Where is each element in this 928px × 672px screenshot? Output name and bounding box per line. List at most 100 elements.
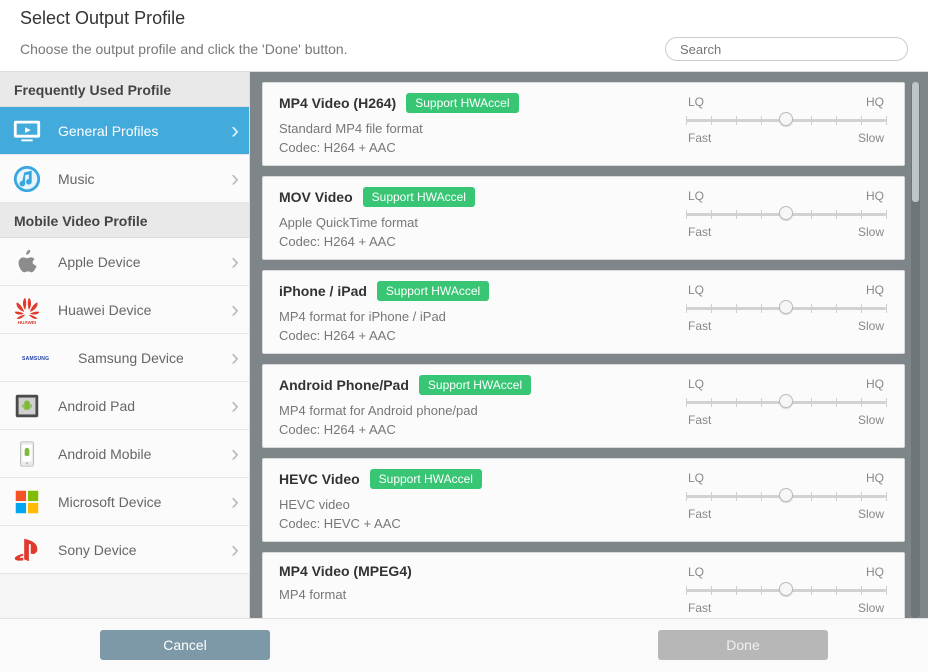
hq-label: HQ: [866, 377, 884, 391]
sidebar-item-android-mobile[interactable]: Android Mobile›: [0, 430, 249, 478]
sidebar-item-sony-device[interactable]: Sony Device›: [0, 526, 249, 574]
fast-label: Fast: [688, 131, 711, 145]
profile-panel: MP4 Video (H264) Support HWAccel Standard …: [250, 72, 928, 618]
sidebar-item-android-pad[interactable]: Android Pad›: [0, 382, 249, 430]
quality-slider[interactable]: LQHQFastSlow: [686, 187, 886, 249]
hq-label: HQ: [866, 95, 884, 109]
apple-icon: [12, 247, 42, 277]
slider-thumb[interactable]: [779, 112, 793, 126]
profile-title: MOV Video: [279, 189, 353, 205]
profile-card[interactable]: Android Phone/PadSupport HWAccelMP4 form…: [262, 364, 905, 448]
slow-label: Slow: [858, 319, 884, 333]
chevron-right-icon: ›: [231, 248, 239, 276]
sidebar-item-music[interactable]: Music›: [0, 155, 249, 203]
profile-desc: HEVC video: [279, 497, 686, 512]
fast-label: Fast: [688, 601, 711, 615]
slow-label: Slow: [858, 225, 884, 239]
profile-codec: Codec: HEVC + AAC: [279, 516, 686, 531]
sidebar-heading-mobile: Mobile Video Profile: [0, 203, 249, 238]
hq-label: HQ: [866, 283, 884, 297]
quality-slider[interactable]: LQ HQ Fast Slow: [686, 469, 886, 531]
search-input[interactable]: [665, 37, 908, 61]
hwaccel-badge: Support HWAccel: [406, 93, 518, 113]
quality-slider[interactable]: LQ HQ Fast Slow: [686, 375, 886, 437]
profile-desc: MP4 format for iPhone / iPad: [279, 309, 686, 324]
done-button[interactable]: Done: [658, 630, 828, 660]
fast-label: Fast: [688, 413, 711, 427]
scrollbar[interactable]: [911, 82, 920, 618]
samsung-icon: SAMSUNG: [12, 343, 62, 373]
quality-slider[interactable]: LQHQFastSlow: [686, 281, 886, 343]
chevron-right-icon: ›: [231, 296, 239, 324]
fast-label: Fast: [688, 507, 711, 521]
lq-label: LQ: [688, 565, 704, 579]
lq-label: LQ: [688, 471, 704, 485]
sidebar-item-apple-device[interactable]: Apple Device›: [0, 238, 249, 286]
sidebar-item-label: General Profiles: [58, 123, 231, 139]
profile-title: iPhone / iPad: [279, 283, 367, 299]
hwaccel-badge: Support HWAccel: [419, 375, 531, 395]
sidebar-item-label: Apple Device: [58, 254, 231, 270]
svg-text:HUAWEI: HUAWEI: [18, 320, 37, 325]
sidebar-item-general-profiles[interactable]: General Profiles›: [0, 107, 249, 155]
footer: Cancel Done: [0, 618, 928, 672]
profile-codec: Codec: H264 + AAC: [279, 140, 686, 155]
slow-label: Slow: [858, 507, 884, 521]
profile-desc: Standard MP4 file format: [279, 121, 686, 136]
profile-card[interactable]: MOV Video Support HWAccel Apple QuickTime …: [262, 176, 905, 260]
lq-label: LQ: [688, 95, 704, 109]
slider-thumb[interactable]: [779, 582, 793, 596]
hq-label: HQ: [866, 471, 884, 485]
sidebar-item-label: Huawei Device: [58, 302, 231, 318]
android-pad-icon: [12, 391, 42, 421]
hwaccel-badge: Support HWAccel: [363, 187, 475, 207]
slow-label: Slow: [858, 413, 884, 427]
sidebar-item-microsoft-device[interactable]: Microsoft Device›: [0, 478, 249, 526]
chevron-right-icon: ›: [231, 165, 239, 193]
playstation-icon: [12, 535, 42, 565]
hq-label: HQ: [866, 189, 884, 203]
sidebar-item-label: Android Mobile: [58, 446, 231, 462]
profile-codec: Codec: H264 + AAC: [279, 422, 686, 437]
profile-card[interactable]: MP4 Video (H264) Support HWAccel Standard …: [262, 82, 905, 166]
chevron-right-icon: ›: [231, 440, 239, 468]
slider-thumb[interactable]: [779, 300, 793, 314]
profile-card[interactable]: MP4 Video (MPEG4) MP4 formatLQ HQ Fast Slow: [262, 552, 905, 618]
profile-title: MP4 Video (H264): [279, 95, 396, 111]
lq-label: LQ: [688, 377, 704, 391]
chevron-right-icon: ›: [231, 344, 239, 372]
slow-label: Slow: [858, 131, 884, 145]
sidebar-heading-frequent: Frequently Used Profile: [0, 72, 249, 107]
quality-slider[interactable]: LQ HQ Fast Slow: [686, 563, 886, 615]
hq-label: HQ: [866, 565, 884, 579]
sidebar-item-huawei-device[interactable]: HUAWEI Huawei Device›: [0, 286, 249, 334]
svg-text:SAMSUNG: SAMSUNG: [22, 356, 49, 362]
lq-label: LQ: [688, 283, 704, 297]
profile-title: Android Phone/Pad: [279, 377, 409, 393]
profile-desc: Apple QuickTime format: [279, 215, 686, 230]
android-mobile-icon: [12, 439, 42, 469]
profile-card[interactable]: HEVC VideoSupport HWAccelHEVC videoCodec…: [262, 458, 905, 542]
chevron-right-icon: ›: [231, 117, 239, 145]
slow-label: Slow: [858, 601, 884, 615]
microsoft-icon: [12, 487, 42, 517]
profile-title: MP4 Video (MPEG4): [279, 563, 412, 579]
page-title: Select Output Profile: [20, 8, 908, 29]
header: Select Output Profile Choose the output …: [0, 0, 928, 71]
profile-card[interactable]: iPhone / iPadSupport HWAccelMP4 format f…: [262, 270, 905, 354]
sidebar-item-label: Music: [58, 171, 231, 187]
huawei-icon: HUAWEI: [12, 295, 42, 325]
fast-label: Fast: [688, 225, 711, 239]
profile-title: HEVC Video: [279, 471, 360, 487]
slider-thumb[interactable]: [779, 488, 793, 502]
slider-thumb[interactable]: [779, 394, 793, 408]
sidebar-item-label: Android Pad: [58, 398, 231, 414]
sidebar-item-label: Samsung Device: [78, 350, 231, 366]
slider-thumb[interactable]: [779, 206, 793, 220]
profile-desc: MP4 format: [279, 587, 686, 602]
quality-slider[interactable]: LQ HQ Fast Slow: [686, 93, 886, 155]
scrollbar-thumb[interactable]: [912, 82, 919, 202]
sidebar: Frequently Used Profile General Profiles…: [0, 72, 250, 618]
cancel-button[interactable]: Cancel: [100, 630, 270, 660]
sidebar-item-samsung-device[interactable]: SAMSUNG Samsung Device›: [0, 334, 249, 382]
